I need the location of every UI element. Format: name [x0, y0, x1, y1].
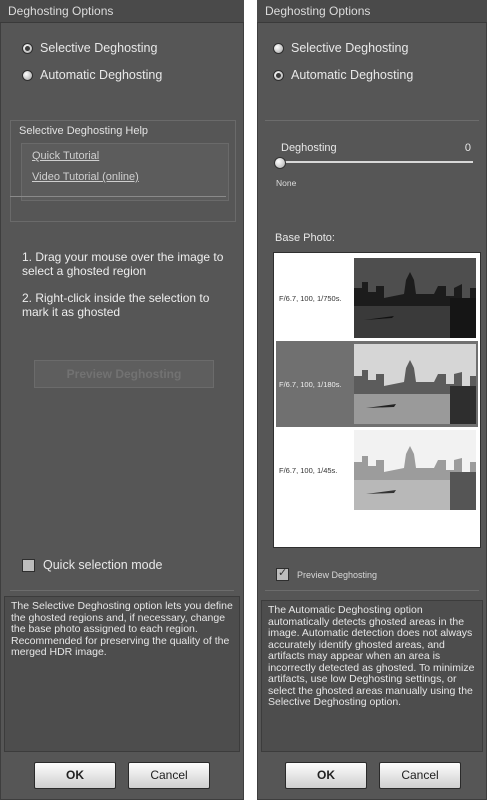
help-box: Selective Deghosting Help Quick Tutorial…: [10, 120, 236, 222]
radio-unselected-icon: [273, 42, 284, 54]
automatic-deghosting-radio[interactable]: Automatic Deghosting: [22, 66, 162, 84]
ok-button[interactable]: OK: [285, 762, 367, 789]
radio-selected-icon: [273, 69, 284, 81]
panel-title: Deghosting Options: [257, 0, 487, 23]
checkbox-label: Preview Deghosting: [297, 569, 378, 580]
radio-selected-icon: [22, 42, 33, 54]
cancel-button[interactable]: Cancel: [128, 762, 210, 789]
radio-label: Selective Deghosting: [40, 41, 158, 55]
photo-thumbnail: [354, 430, 476, 510]
description-text: The Selective Deghosting option lets you…: [4, 596, 240, 752]
photo-thumbnail: [354, 258, 476, 338]
checkbox-icon: [22, 558, 35, 572]
ok-button[interactable]: OK: [34, 762, 116, 789]
automatic-deghosting-panel: Deghosting Options Selective Deghosting …: [257, 0, 487, 800]
quick-selection-checkbox[interactable]: Quick selection mode: [22, 556, 163, 574]
photo-row-selected[interactable]: F/6.7, 100, 1/180s.: [276, 341, 478, 427]
deghosting-slider-track[interactable]: [277, 161, 473, 163]
deghosting-slider-label: Deghosting: [281, 142, 337, 154]
photo-exif: F/6.7, 100, 1/180s.: [279, 379, 342, 389]
deghosting-slider-value: 0: [464, 142, 471, 154]
radio-label: Automatic Deghosting: [40, 68, 163, 82]
video-tutorial-link[interactable]: Video Tutorial (online): [32, 171, 139, 183]
photo-exif: F/6.7, 100, 1/45s.: [279, 465, 338, 475]
divider: [10, 196, 226, 197]
step-2-text: 2. Right-click inside the selection to m…: [22, 291, 210, 319]
radio-label: Selective Deghosting: [291, 41, 409, 55]
selective-deghosting-radio[interactable]: Selective Deghosting: [273, 39, 408, 57]
photo-row[interactable]: F/6.7, 100, 1/45s.: [276, 427, 478, 513]
base-photo-list: F/6.7, 100, 1/750s. F/6.7, 100, 1/180s. …: [273, 252, 481, 548]
base-photo-label: Base Photo:: [275, 232, 335, 244]
selective-deghosting-radio[interactable]: Selective Deghosting: [22, 39, 157, 57]
help-links-box: Quick Tutorial Video Tutorial (online): [21, 143, 229, 201]
help-title: Selective Deghosting Help: [19, 125, 149, 137]
preview-deghosting-button[interactable]: Preview Deghosting: [34, 360, 214, 388]
preview-deghosting-checkbox[interactable]: Preview Deghosting: [276, 566, 378, 581]
quick-tutorial-link[interactable]: Quick Tutorial: [32, 150, 99, 162]
slider-min-label: None: [276, 178, 297, 188]
description-text: The Automatic Deghosting option automati…: [261, 600, 483, 752]
photo-exif: F/6.7, 100, 1/750s.: [279, 293, 342, 303]
checkbox-label: Quick selection mode: [43, 558, 163, 572]
deghosting-slider-thumb[interactable]: [274, 157, 286, 169]
cancel-button[interactable]: Cancel: [379, 762, 461, 789]
automatic-deghosting-radio[interactable]: Automatic Deghosting: [273, 66, 413, 84]
photo-thumbnail: [354, 344, 476, 424]
selective-deghosting-panel: Deghosting Options Selective Deghosting …: [0, 0, 244, 800]
radio-label: Automatic Deghosting: [291, 68, 414, 82]
divider: [265, 590, 479, 591]
photo-row[interactable]: F/6.7, 100, 1/750s.: [276, 255, 478, 341]
radio-unselected-icon: [22, 69, 33, 81]
step-1-text: 1. Drag your mouse over the image to sel…: [22, 250, 224, 278]
divider: [265, 120, 479, 121]
checkbox-checked-icon: [276, 566, 289, 581]
panel-title: Deghosting Options: [0, 0, 244, 23]
divider: [10, 590, 234, 591]
